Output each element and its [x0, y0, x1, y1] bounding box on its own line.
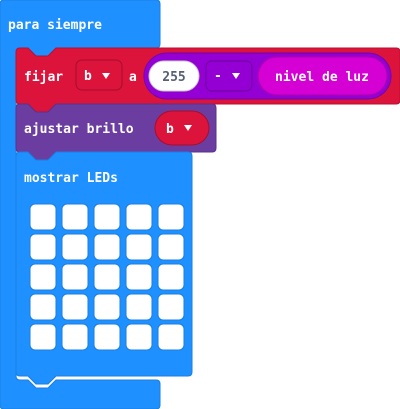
- led-cell-4-2[interactable]: [93, 323, 121, 351]
- number-input-value: 255: [162, 70, 185, 85]
- led-cell-0-1[interactable]: [61, 203, 89, 231]
- led-cell-4-4[interactable]: [157, 323, 185, 351]
- led-cell-1-3[interactable]: [125, 233, 153, 261]
- led-cell-2-2[interactable]: [93, 263, 121, 291]
- operator-dropdown[interactable]: [205, 60, 253, 92]
- brightness-variable-value: b: [166, 122, 174, 137]
- set-to-label: a: [129, 70, 137, 85]
- led-cell-0-0[interactable]: [29, 203, 57, 231]
- light-level-label: nivel de luz: [275, 70, 369, 85]
- led-cell-3-4[interactable]: [157, 293, 185, 321]
- brightness-variable-dropdown[interactable]: b: [154, 110, 210, 146]
- set-variable-dropdown[interactable]: b: [75, 59, 123, 91]
- set-variable-value: b: [84, 69, 92, 84]
- brightness-variable-dropdown-bg[interactable]: [154, 110, 210, 146]
- led-cell-3-1[interactable]: [61, 293, 89, 321]
- show-leds-block[interactable]: mostrar LEDs: [15, 151, 193, 385]
- led-cell-1-0[interactable]: [29, 233, 57, 261]
- editor-canvas: para siempre fijar b a 255 - nivel de lu…: [0, 0, 400, 409]
- led-grid: [29, 203, 185, 351]
- forever-label: para siempre: [8, 18, 102, 33]
- set-variable-block[interactable]: fijar b a 255 - nivel de luz: [15, 47, 400, 113]
- led-cell-4-1[interactable]: [61, 323, 89, 351]
- led-cell-4-0[interactable]: [29, 323, 57, 351]
- led-cell-1-4[interactable]: [157, 233, 185, 261]
- set-variable-dropdown-bg[interactable]: [75, 59, 123, 91]
- show-leds-label: mostrar LEDs: [24, 171, 118, 186]
- led-cell-4-3[interactable]: [125, 323, 153, 351]
- led-cell-3-3[interactable]: [125, 293, 153, 321]
- led-cell-0-3[interactable]: [125, 203, 153, 231]
- led-cell-2-3[interactable]: [125, 263, 153, 291]
- minus-operator-block[interactable]: 255 - nivel de luz: [143, 52, 392, 100]
- led-cell-0-2[interactable]: [93, 203, 121, 231]
- led-cell-3-0[interactable]: [29, 293, 57, 321]
- led-cell-1-1[interactable]: [61, 233, 89, 261]
- brightness-label: ajustar brillo: [24, 122, 134, 137]
- led-cell-0-4[interactable]: [157, 203, 185, 231]
- led-cell-2-1[interactable]: [61, 263, 89, 291]
- set-label: fijar: [24, 70, 63, 85]
- led-cell-2-0[interactable]: [29, 263, 57, 291]
- operator-symbol: -: [214, 69, 222, 84]
- led-cell-2-4[interactable]: [157, 263, 185, 291]
- led-cell-1-2[interactable]: [93, 233, 121, 261]
- led-cell-3-2[interactable]: [93, 293, 121, 321]
